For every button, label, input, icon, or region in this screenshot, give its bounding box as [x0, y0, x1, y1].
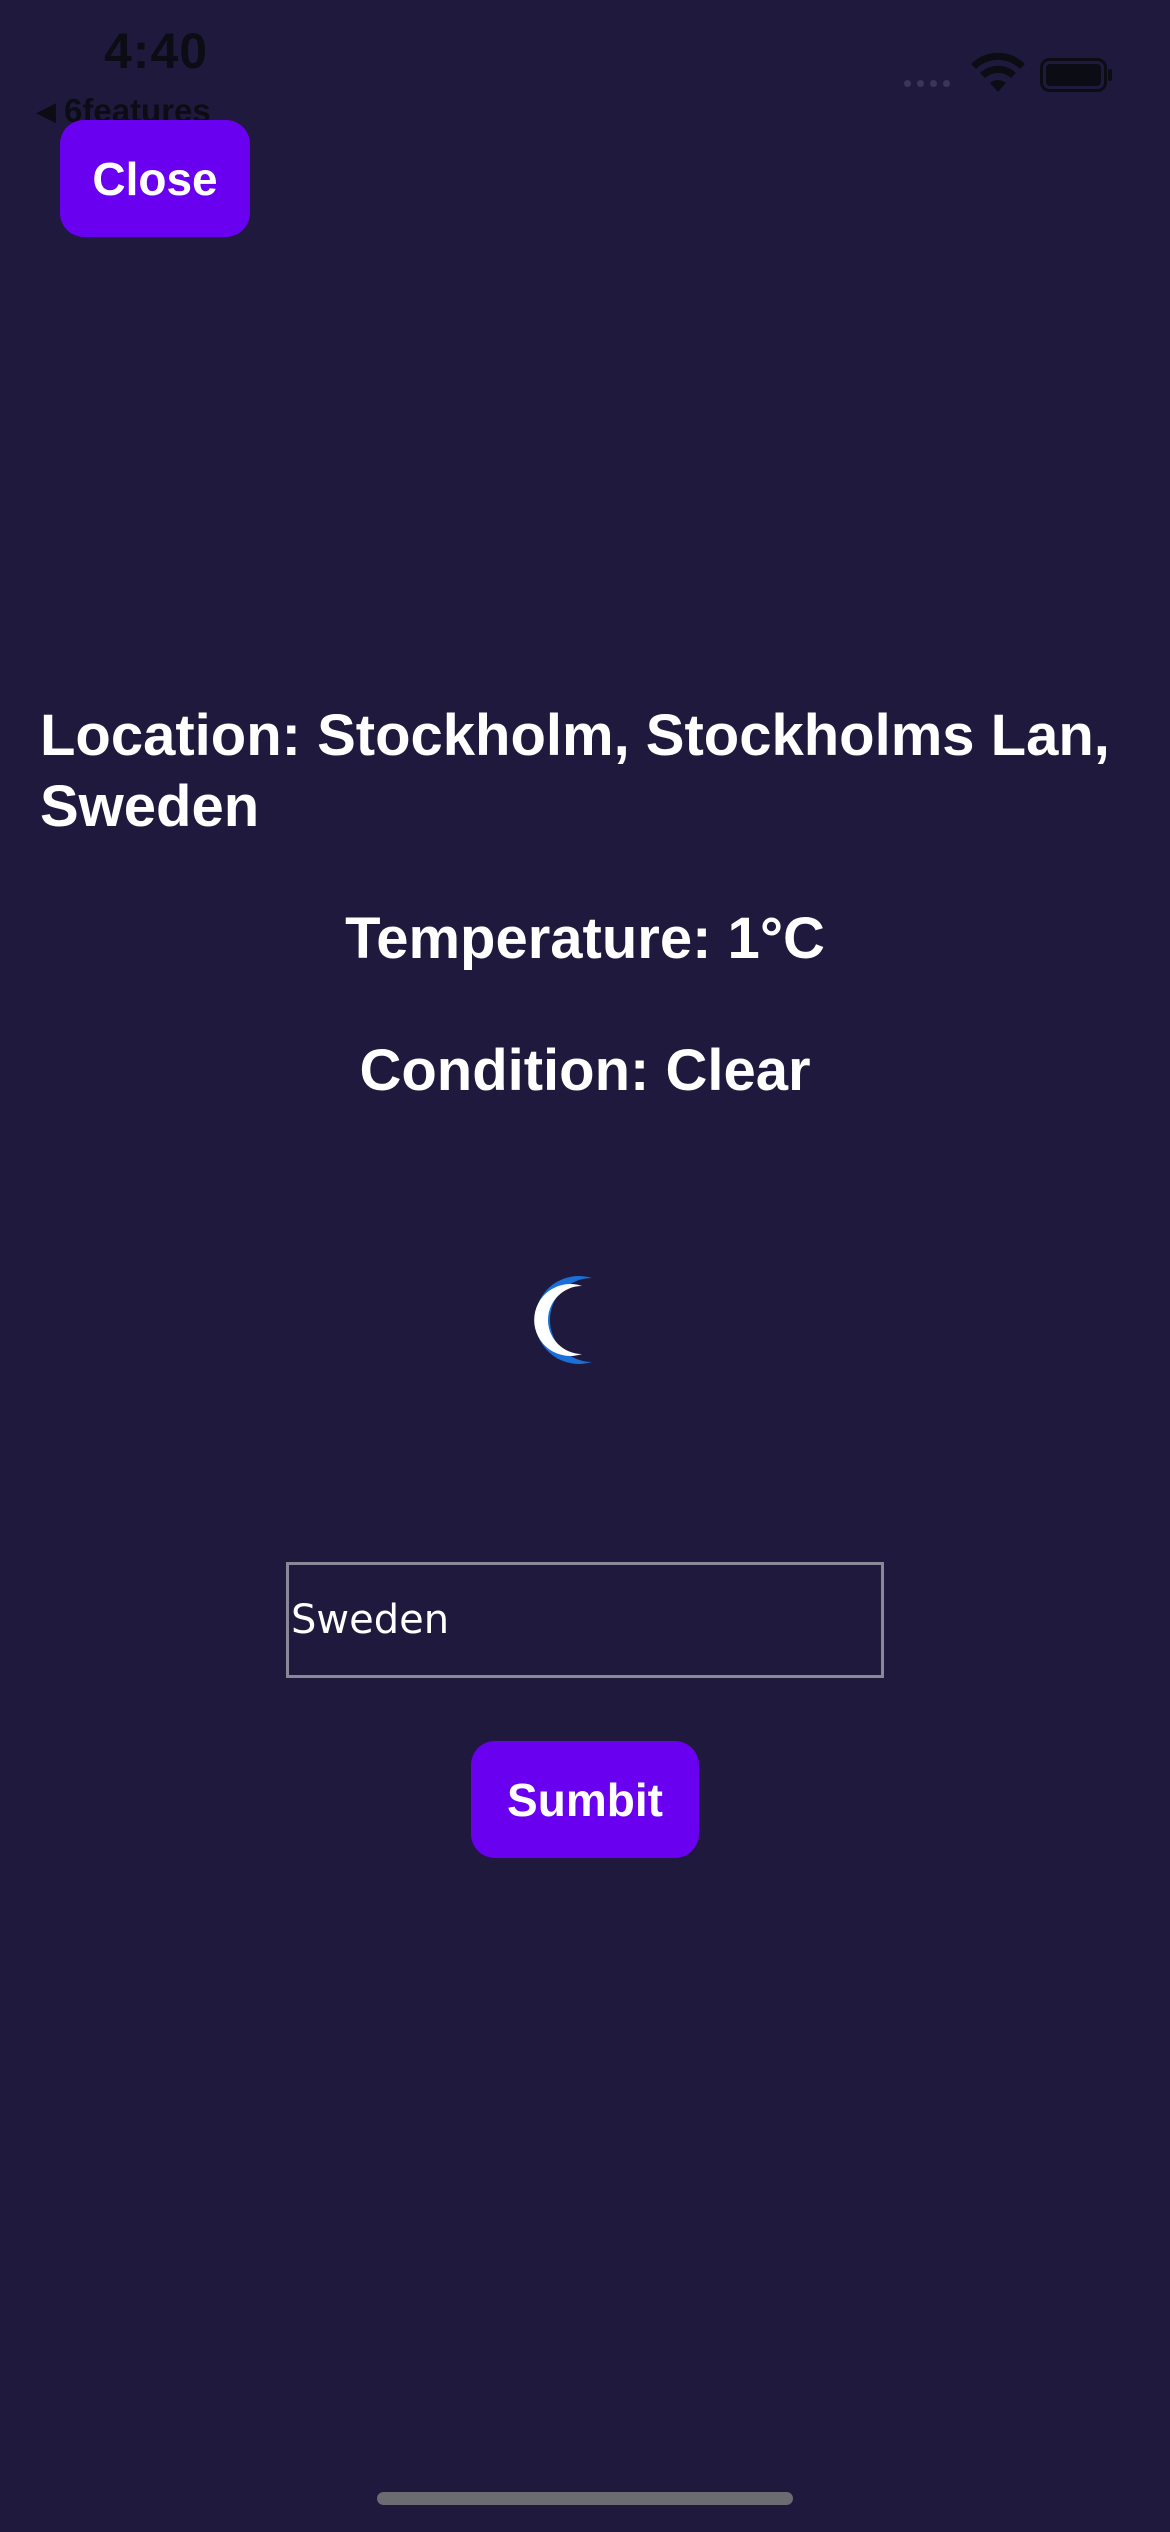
moon-icon	[534, 1276, 592, 1364]
location-text: Location: Stockholm, Stockholms Lan, Swe…	[40, 703, 1110, 839]
condition-text: Condition: Clear	[359, 1038, 811, 1103]
back-triangle-icon: ◀	[36, 95, 56, 126]
battery-icon	[1040, 58, 1112, 92]
location-search-input[interactable]	[286, 1562, 884, 1678]
close-button[interactable]: Close	[60, 120, 250, 237]
status-bar-time: 4:40	[104, 23, 209, 79]
temperature-text: Temperature: 1°C	[345, 906, 825, 971]
submit-button[interactable]: Sumbit	[471, 1741, 699, 1858]
cellular-signal-icon	[904, 80, 950, 87]
home-indicator[interactable]	[377, 2492, 793, 2505]
wifi-icon	[971, 52, 1025, 92]
